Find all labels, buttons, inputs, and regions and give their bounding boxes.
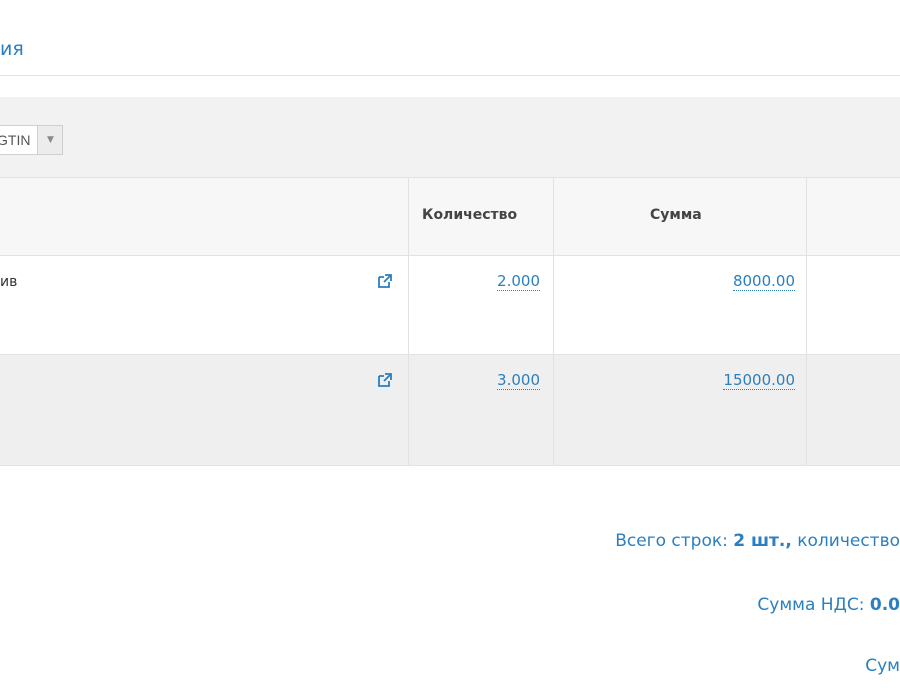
column-divider (408, 256, 409, 354)
summary-rows-count: Всего строк: 2 шт., количество (615, 531, 900, 551)
external-link-icon[interactable] (376, 272, 394, 290)
column-divider (553, 178, 554, 255)
summary-vat-label: Сумма НДС: (757, 595, 870, 615)
column-divider (553, 256, 554, 354)
items-table: Количество Сумма ив 2.000 8000.00 3.000 … (0, 178, 900, 466)
title-divider (0, 75, 900, 76)
column-divider (408, 178, 409, 255)
header-sum[interactable]: Сумма (650, 207, 702, 223)
gtin-select[interactable]: GTIN ▼ (0, 125, 64, 155)
column-divider (553, 355, 554, 465)
summary-total: Сум (865, 656, 900, 676)
section-title: ия (0, 38, 24, 60)
column-divider (408, 355, 409, 465)
column-divider (806, 256, 807, 354)
external-link-icon[interactable] (376, 371, 394, 389)
row-quantity-link[interactable]: 2.000 (497, 272, 540, 291)
table-header-row: Количество Сумма (0, 178, 900, 256)
summary-total-label: Сум (865, 656, 900, 676)
table-row: 3.000 15000.00 (0, 355, 900, 466)
column-divider (806, 178, 807, 255)
table-row: ив 2.000 8000.00 (0, 256, 900, 355)
row-sum-link[interactable]: 15000.00 (723, 371, 795, 390)
summary-rows-value: 2 шт., (733, 531, 792, 551)
caret-down-icon[interactable]: ▼ (37, 126, 63, 154)
row-name: ив (0, 274, 18, 290)
summary-rows-label: Всего строк: (615, 531, 734, 551)
page: ия GTIN ▼ Количество Сумма ив 2.000 8000… (0, 0, 900, 700)
gtin-select-value: GTIN (0, 132, 31, 148)
column-divider (806, 355, 807, 465)
header-quantity[interactable]: Количество (422, 207, 517, 223)
summary-vat-value: 0.0 (869, 595, 900, 615)
row-quantity-link[interactable]: 3.000 (497, 371, 540, 390)
summary-rows-suffix: количество (791, 531, 900, 551)
summary-vat: Сумма НДС: 0.0 (757, 595, 900, 615)
filter-bar: GTIN ▼ (0, 97, 900, 178)
row-sum-link[interactable]: 8000.00 (732, 272, 795, 291)
